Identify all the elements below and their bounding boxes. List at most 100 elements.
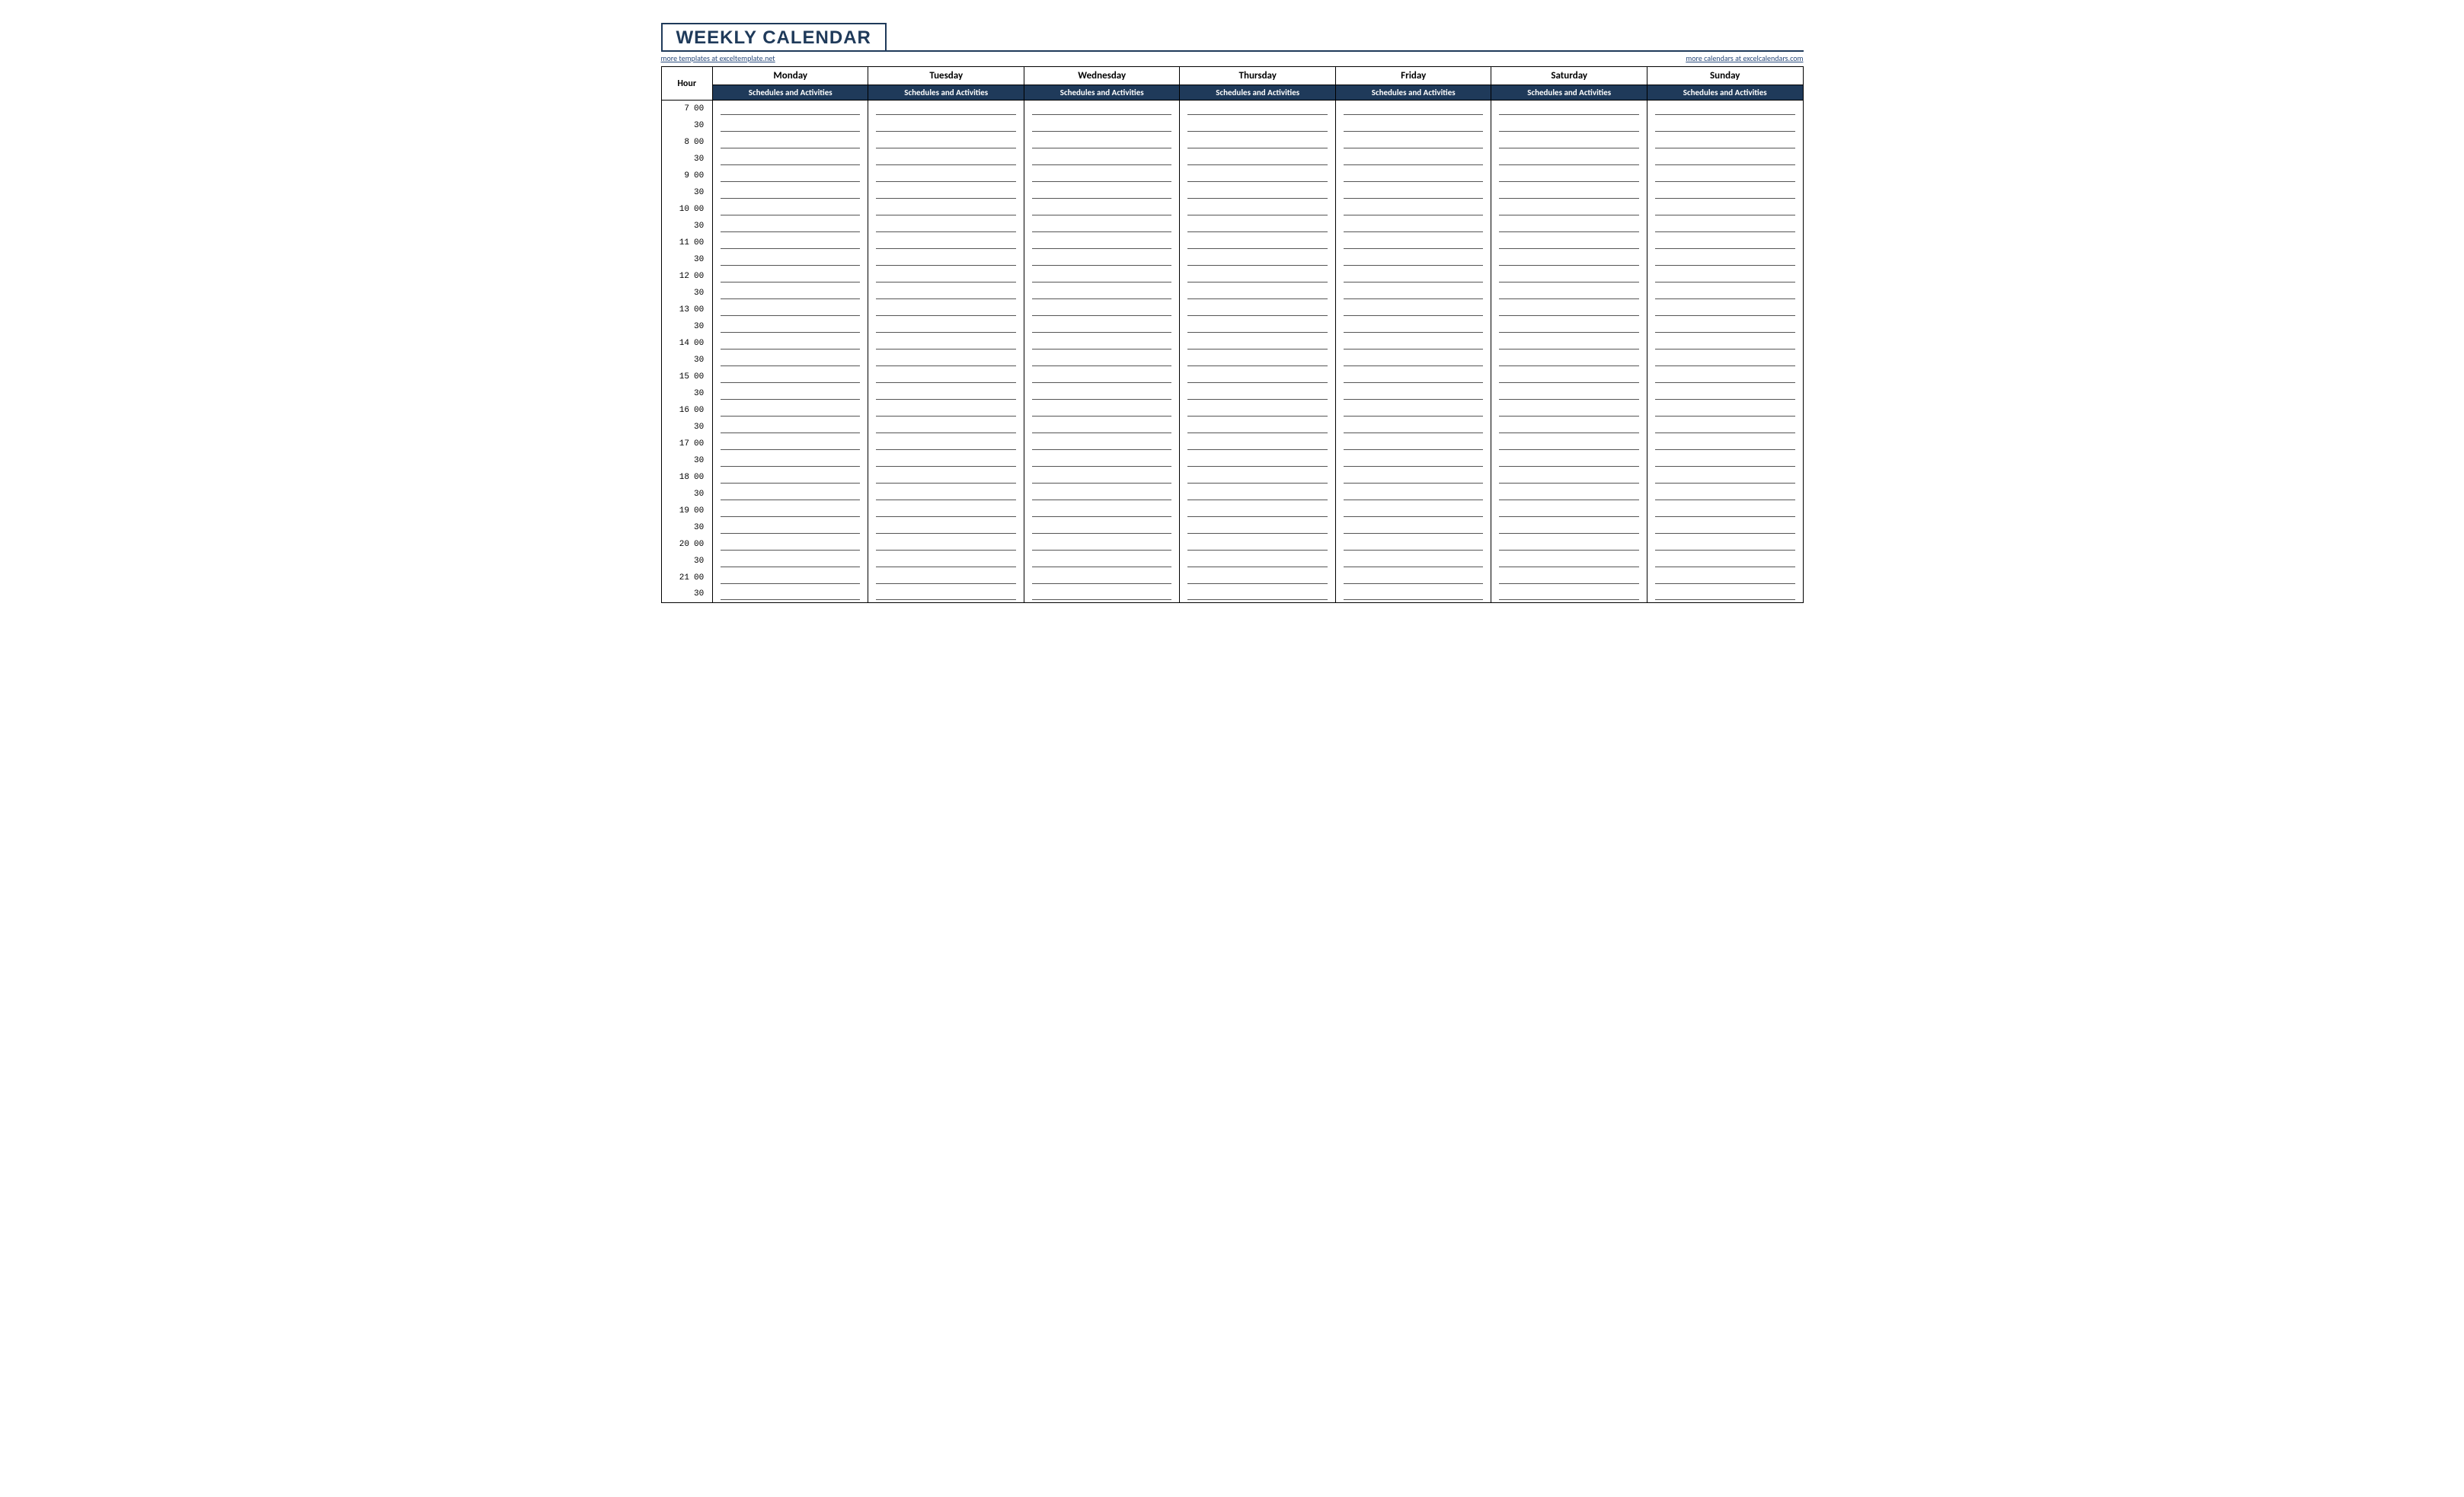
schedule-slot[interactable] bbox=[1180, 184, 1336, 201]
schedule-slot[interactable] bbox=[712, 251, 868, 268]
schedule-slot[interactable] bbox=[1335, 503, 1491, 519]
schedule-slot[interactable] bbox=[712, 302, 868, 318]
schedule-slot[interactable] bbox=[1180, 486, 1336, 503]
schedule-slot[interactable] bbox=[1647, 452, 1803, 469]
schedule-slot[interactable] bbox=[1491, 402, 1647, 419]
schedule-slot[interactable] bbox=[712, 402, 868, 419]
schedule-slot[interactable] bbox=[1647, 419, 1803, 436]
schedule-slot[interactable] bbox=[712, 385, 868, 402]
schedule-slot[interactable] bbox=[1335, 235, 1491, 251]
schedule-slot[interactable] bbox=[1491, 469, 1647, 486]
schedule-slot[interactable] bbox=[712, 553, 868, 570]
schedule-slot[interactable] bbox=[1491, 151, 1647, 168]
schedule-slot[interactable] bbox=[868, 201, 1024, 218]
schedule-slot[interactable] bbox=[868, 503, 1024, 519]
schedule-slot[interactable] bbox=[712, 419, 868, 436]
schedule-slot[interactable] bbox=[1180, 570, 1336, 586]
schedule-slot[interactable] bbox=[1024, 268, 1180, 285]
schedule-slot[interactable] bbox=[712, 436, 868, 452]
schedule-slot[interactable] bbox=[868, 586, 1024, 603]
schedule-slot[interactable] bbox=[1647, 151, 1803, 168]
schedule-slot[interactable] bbox=[1180, 318, 1336, 335]
schedule-slot[interactable] bbox=[1335, 318, 1491, 335]
schedule-slot[interactable] bbox=[712, 235, 868, 251]
schedule-slot[interactable] bbox=[1335, 184, 1491, 201]
schedule-slot[interactable] bbox=[1491, 352, 1647, 369]
schedule-slot[interactable] bbox=[868, 335, 1024, 352]
schedule-slot[interactable] bbox=[1024, 184, 1180, 201]
schedule-slot[interactable] bbox=[1024, 519, 1180, 536]
schedule-slot[interactable] bbox=[1024, 201, 1180, 218]
schedule-slot[interactable] bbox=[1180, 519, 1336, 536]
schedule-slot[interactable] bbox=[1180, 452, 1336, 469]
schedule-slot[interactable] bbox=[1647, 218, 1803, 235]
schedule-slot[interactable] bbox=[1647, 503, 1803, 519]
schedule-slot[interactable] bbox=[1024, 419, 1180, 436]
schedule-slot[interactable] bbox=[1647, 335, 1803, 352]
schedule-slot[interactable] bbox=[1335, 335, 1491, 352]
schedule-slot[interactable] bbox=[1180, 268, 1336, 285]
schedule-slot[interactable] bbox=[868, 302, 1024, 318]
schedule-slot[interactable] bbox=[1024, 218, 1180, 235]
schedule-slot[interactable] bbox=[712, 586, 868, 603]
schedule-slot[interactable] bbox=[868, 101, 1024, 117]
schedule-slot[interactable] bbox=[1180, 101, 1336, 117]
schedule-slot[interactable] bbox=[868, 218, 1024, 235]
schedule-slot[interactable] bbox=[1180, 402, 1336, 419]
schedule-slot[interactable] bbox=[1180, 553, 1336, 570]
schedule-slot[interactable] bbox=[1491, 101, 1647, 117]
schedule-slot[interactable] bbox=[868, 285, 1024, 302]
schedule-slot[interactable] bbox=[1335, 268, 1491, 285]
schedule-slot[interactable] bbox=[1335, 436, 1491, 452]
schedule-slot[interactable] bbox=[1491, 503, 1647, 519]
schedule-slot[interactable] bbox=[712, 503, 868, 519]
schedule-slot[interactable] bbox=[1647, 469, 1803, 486]
schedule-slot[interactable] bbox=[1180, 369, 1336, 385]
schedule-slot[interactable] bbox=[1491, 117, 1647, 134]
schedule-slot[interactable] bbox=[1647, 536, 1803, 553]
schedule-slot[interactable] bbox=[1335, 385, 1491, 402]
schedule-slot[interactable] bbox=[868, 570, 1024, 586]
schedule-slot[interactable] bbox=[1491, 268, 1647, 285]
schedule-slot[interactable] bbox=[1335, 469, 1491, 486]
schedule-slot[interactable] bbox=[1024, 335, 1180, 352]
schedule-slot[interactable] bbox=[1180, 168, 1336, 184]
schedule-slot[interactable] bbox=[712, 151, 868, 168]
schedule-slot[interactable] bbox=[1335, 201, 1491, 218]
schedule-slot[interactable] bbox=[1647, 168, 1803, 184]
schedule-slot[interactable] bbox=[1024, 553, 1180, 570]
schedule-slot[interactable] bbox=[1024, 452, 1180, 469]
schedule-slot[interactable] bbox=[1491, 570, 1647, 586]
schedule-slot[interactable] bbox=[1024, 302, 1180, 318]
schedule-slot[interactable] bbox=[1335, 553, 1491, 570]
schedule-slot[interactable] bbox=[1024, 168, 1180, 184]
schedule-slot[interactable] bbox=[1647, 285, 1803, 302]
schedule-slot[interactable] bbox=[868, 519, 1024, 536]
schedule-slot[interactable] bbox=[1024, 134, 1180, 151]
schedule-slot[interactable] bbox=[712, 486, 868, 503]
schedule-slot[interactable] bbox=[1024, 402, 1180, 419]
schedule-slot[interactable] bbox=[1024, 436, 1180, 452]
schedule-slot[interactable] bbox=[1647, 436, 1803, 452]
schedule-slot[interactable] bbox=[1024, 503, 1180, 519]
schedule-slot[interactable] bbox=[1024, 251, 1180, 268]
schedule-slot[interactable] bbox=[1491, 436, 1647, 452]
schedule-slot[interactable] bbox=[868, 436, 1024, 452]
schedule-slot[interactable] bbox=[712, 201, 868, 218]
schedule-slot[interactable] bbox=[868, 268, 1024, 285]
schedule-slot[interactable] bbox=[1335, 134, 1491, 151]
schedule-slot[interactable] bbox=[1647, 117, 1803, 134]
schedule-slot[interactable] bbox=[1024, 151, 1180, 168]
schedule-slot[interactable] bbox=[1024, 586, 1180, 603]
schedule-slot[interactable] bbox=[1491, 285, 1647, 302]
schedule-slot[interactable] bbox=[1335, 251, 1491, 268]
schedule-slot[interactable] bbox=[712, 452, 868, 469]
schedule-slot[interactable] bbox=[1024, 570, 1180, 586]
schedule-slot[interactable] bbox=[1024, 469, 1180, 486]
schedule-slot[interactable] bbox=[1647, 385, 1803, 402]
schedule-slot[interactable] bbox=[868, 553, 1024, 570]
schedule-slot[interactable] bbox=[1647, 251, 1803, 268]
schedule-slot[interactable] bbox=[1647, 486, 1803, 503]
schedule-slot[interactable] bbox=[712, 184, 868, 201]
schedule-slot[interactable] bbox=[1491, 318, 1647, 335]
